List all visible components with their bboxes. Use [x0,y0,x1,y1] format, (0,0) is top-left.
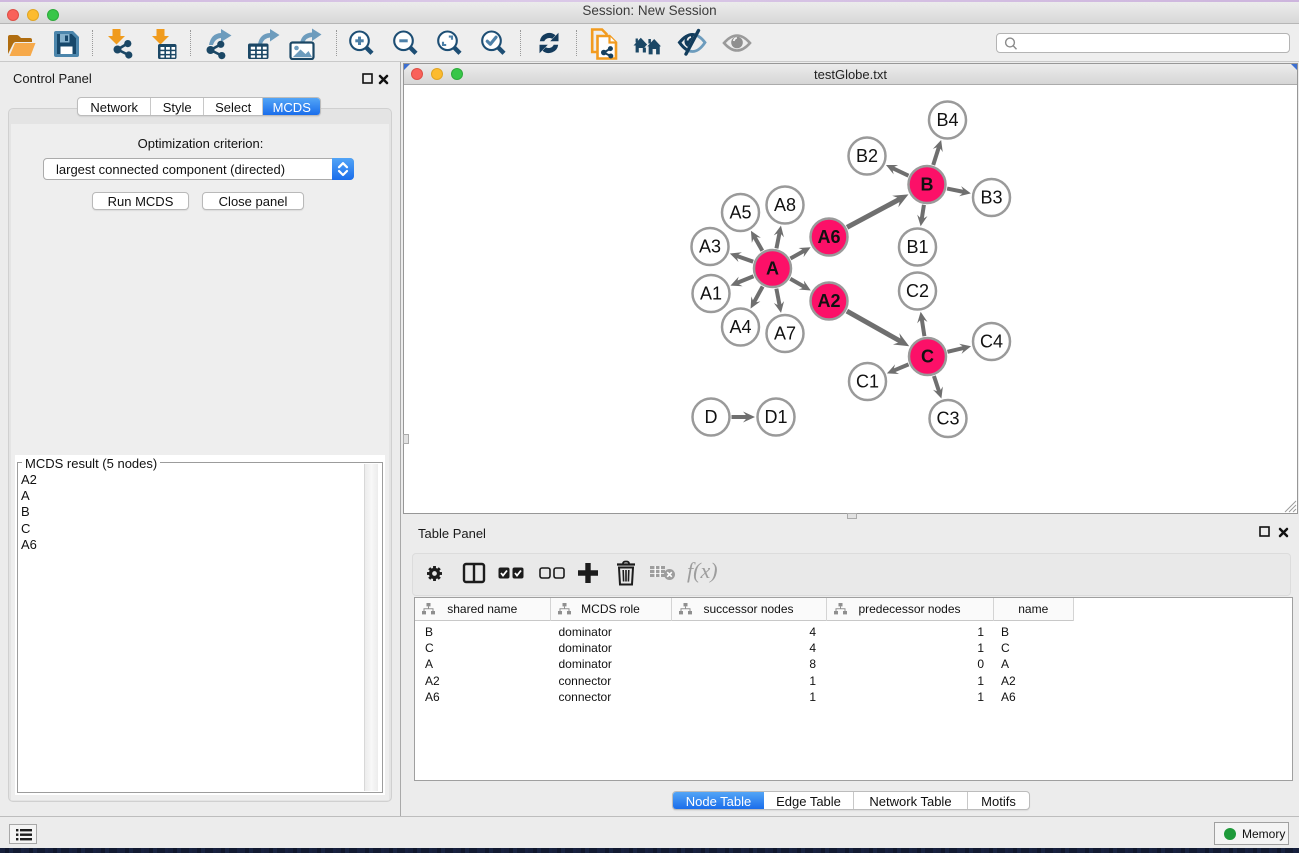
svg-text:A: A [766,259,779,279]
svg-text:A5: A5 [729,203,751,223]
svg-text:A6: A6 [817,227,840,247]
svg-text:C2: C2 [906,281,929,301]
svg-text:D: D [705,407,718,427]
svg-text:C4: C4 [980,332,1003,352]
svg-text:A4: A4 [729,317,751,337]
svg-text:B1: B1 [906,237,928,257]
svg-text:D1: D1 [764,407,787,427]
svg-text:C: C [921,347,934,367]
svg-text:B4: B4 [936,110,958,130]
svg-text:C1: C1 [856,372,879,392]
svg-text:A3: A3 [699,237,721,257]
svg-text:A7: A7 [774,324,796,344]
svg-text:A8: A8 [774,195,796,215]
svg-text:A1: A1 [700,284,722,304]
svg-text:B2: B2 [856,146,878,166]
svg-text:A2: A2 [817,291,840,311]
svg-text:B: B [921,175,934,195]
svg-text:C3: C3 [936,409,959,429]
svg-text:B3: B3 [980,188,1002,208]
